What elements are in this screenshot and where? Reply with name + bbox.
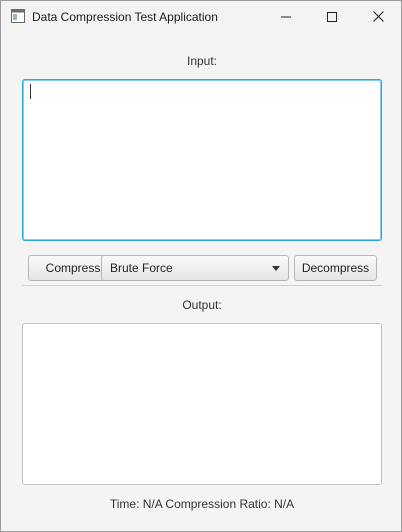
- minimize-button[interactable]: [263, 1, 309, 32]
- title-bar[interactable]: Data Compression Test Application: [1, 1, 401, 32]
- output-label: Output:: [182, 298, 222, 312]
- algorithm-select[interactable]: Brute Force: [101, 255, 289, 281]
- decompress-button[interactable]: Decompress: [294, 255, 377, 281]
- maximize-button[interactable]: [309, 1, 355, 32]
- input-textarea[interactable]: [22, 79, 382, 241]
- window-title: Data Compression Test Application: [32, 10, 218, 24]
- chevron-down-icon: [272, 266, 280, 271]
- output-textarea[interactable]: [22, 323, 382, 485]
- close-button[interactable]: [355, 1, 401, 32]
- app-window: Data Compression Test Application Input:…: [0, 0, 402, 532]
- action-toolbar: Compress Brute Force Decompress: [22, 253, 382, 286]
- status-text: Time: N/A Compression Ratio: N/A: [109, 497, 295, 511]
- minimize-icon: [281, 16, 291, 17]
- input-label: Input:: [186, 54, 218, 68]
- text-caret: [30, 84, 31, 99]
- app-window-icon: [11, 9, 25, 23]
- close-icon: [372, 11, 384, 22]
- algorithm-select-value: Brute Force: [110, 261, 173, 275]
- maximize-icon: [327, 11, 337, 22]
